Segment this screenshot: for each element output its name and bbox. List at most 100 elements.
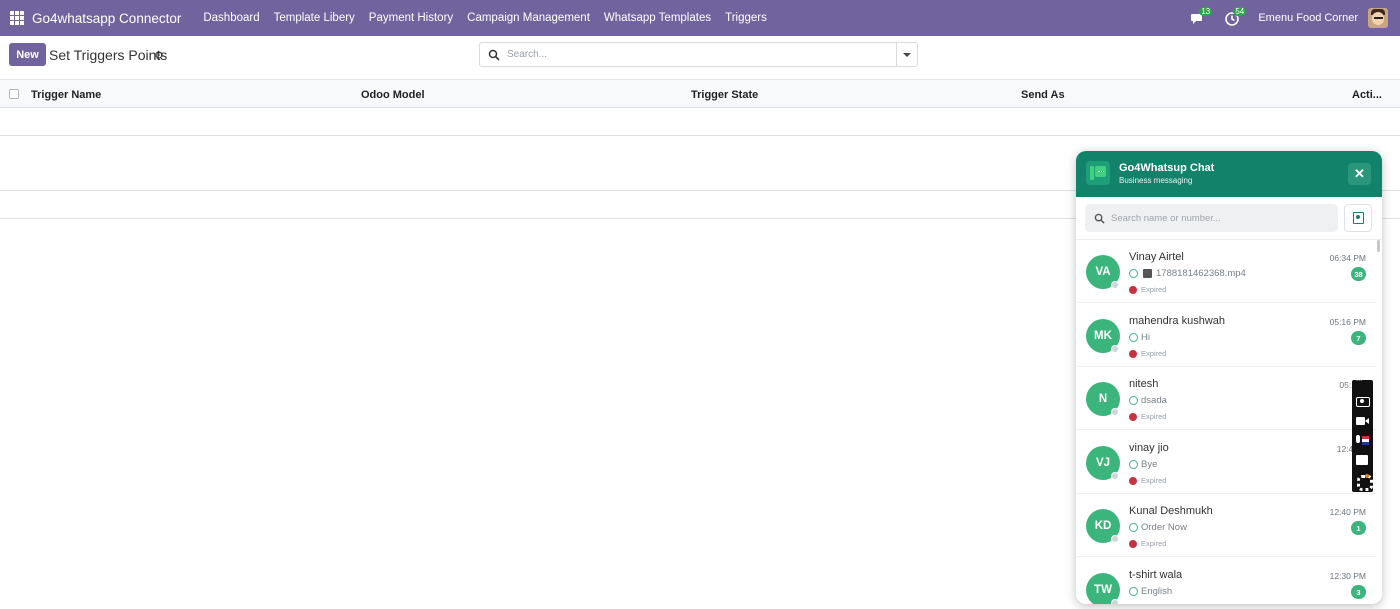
contact-name: Kunal Deshmukh bbox=[1129, 505, 1213, 517]
expired-dot-icon bbox=[1129, 412, 1137, 421]
expired-dot-icon bbox=[1129, 539, 1137, 548]
nav-payment-history[interactable]: Payment History bbox=[369, 12, 453, 24]
unread-badge: 1 bbox=[1351, 521, 1366, 535]
file-icon bbox=[1143, 269, 1152, 278]
message-text: Hi bbox=[1141, 332, 1150, 343]
whatsapp-icon bbox=[1129, 333, 1138, 342]
search-icon bbox=[488, 49, 500, 61]
apps-menu-icon[interactable] bbox=[10, 11, 24, 25]
gear-icon[interactable]: ⚙ bbox=[154, 49, 164, 62]
app-brand[interactable]: Go4whatsapp Connector bbox=[32, 11, 181, 26]
message-text: Bye bbox=[1141, 459, 1158, 470]
last-message: Order Now bbox=[1129, 522, 1187, 533]
settings-icon[interactable] bbox=[1355, 474, 1373, 491]
status-text: Expired bbox=[1141, 412, 1167, 421]
search-bar bbox=[479, 42, 897, 67]
chat-list-item[interactable]: N nitesh 05:11 dsada Expired bbox=[1076, 367, 1376, 430]
last-message: dsada bbox=[1129, 395, 1167, 406]
nav-campaign-management[interactable]: Campaign Management bbox=[467, 12, 590, 24]
activity-systray[interactable]: 54 bbox=[1224, 7, 1247, 27]
session-status: Expired bbox=[1129, 349, 1166, 358]
contact-name: t-shirt wala bbox=[1129, 569, 1183, 581]
window-icon[interactable] bbox=[1355, 454, 1370, 467]
caret-down-icon bbox=[903, 52, 911, 57]
whatsapp-icon bbox=[1129, 587, 1138, 596]
last-message: English bbox=[1129, 586, 1172, 597]
capture-toolbar bbox=[1352, 378, 1373, 492]
expired-dot-icon bbox=[1129, 476, 1137, 485]
status-text: Expired bbox=[1141, 476, 1167, 485]
chat-list-item[interactable]: VJ vinay jio 12:49 Bye Expired bbox=[1076, 431, 1376, 494]
search-icon bbox=[1094, 213, 1105, 224]
column-send-as[interactable]: Send As bbox=[1021, 89, 1065, 101]
contact-name: vinay jio bbox=[1129, 442, 1169, 454]
chat-list-item[interactable]: KD Kunal Deshmukh 12:40 PM Order Now Exp… bbox=[1076, 494, 1376, 557]
chat-subtitle: Business messaging bbox=[1119, 176, 1193, 185]
expired-dot-icon bbox=[1129, 285, 1137, 294]
chat-scrollbar[interactable] bbox=[1377, 240, 1380, 252]
search-options-toggle[interactable] bbox=[896, 42, 918, 67]
column-odoo-model[interactable]: Odoo Model bbox=[361, 89, 425, 101]
more-icon[interactable] bbox=[1355, 378, 1370, 388]
top-navbar: Go4whatsapp Connector Dashboard Template… bbox=[0, 0, 1400, 36]
message-time: 12:40 PM bbox=[1329, 507, 1366, 517]
presence-dot bbox=[1111, 345, 1119, 353]
select-all-checkbox[interactable] bbox=[9, 89, 19, 99]
unread-badge: 38 bbox=[1351, 267, 1366, 281]
page-title: Set Triggers Points bbox=[49, 47, 168, 63]
user-avatar[interactable] bbox=[1368, 8, 1388, 28]
messages-systray[interactable]: 13 bbox=[1190, 7, 1213, 27]
chat-search-input[interactable] bbox=[1111, 212, 1331, 224]
expired-dot-icon bbox=[1129, 349, 1137, 358]
column-trigger-name[interactable]: Trigger Name bbox=[31, 89, 101, 101]
chat-header: Go4Whatsup Chat Business messaging ✕ bbox=[1076, 151, 1382, 197]
contact-name: Vinay Airtel bbox=[1129, 251, 1184, 263]
nav-template-libery[interactable]: Template Libery bbox=[274, 12, 355, 24]
last-message: Bye bbox=[1129, 459, 1157, 470]
video-camera-icon[interactable] bbox=[1355, 414, 1370, 427]
chat-panel: Go4Whatsup Chat Business messaging ✕ VA … bbox=[1076, 151, 1382, 604]
unread-badge: 7 bbox=[1351, 331, 1366, 345]
nav-dashboard[interactable]: Dashboard bbox=[203, 12, 259, 24]
chat-list-item[interactable]: VA Vinay Airtel 06:34 PM 1788181462368.m… bbox=[1076, 240, 1376, 303]
whatsapp-icon bbox=[1129, 523, 1138, 532]
session-status: Expired bbox=[1129, 412, 1166, 421]
messages-badge: 13 bbox=[1199, 7, 1213, 16]
company-switcher[interactable]: Emenu Food Corner bbox=[1258, 12, 1358, 24]
close-icon[interactable]: ✕ bbox=[1348, 163, 1371, 185]
chat-list-item[interactable]: MK mahendra kushwah 05:16 PM Hi Expired … bbox=[1076, 304, 1376, 367]
status-text: Expired bbox=[1141, 539, 1167, 548]
contacts-button[interactable] bbox=[1344, 204, 1372, 232]
session-status: Expired bbox=[1129, 476, 1166, 485]
systray: 13 54 Emenu Food Corner bbox=[1190, 0, 1400, 36]
address-book-icon bbox=[1352, 212, 1364, 224]
activity-badge: 54 bbox=[1233, 7, 1247, 16]
presence-dot bbox=[1111, 535, 1119, 543]
list-header: Trigger Name Odoo Model Trigger State Se… bbox=[0, 79, 1400, 108]
whatsapp-icon bbox=[1129, 460, 1138, 469]
message-text: dsada bbox=[1141, 395, 1167, 406]
message-time: 06:34 PM bbox=[1329, 253, 1366, 263]
nav-whatsapp-templates[interactable]: Whatsapp Templates bbox=[604, 12, 711, 24]
column-actions[interactable]: Acti... bbox=[1352, 89, 1382, 101]
microphone-icon[interactable] bbox=[1355, 434, 1370, 447]
column-trigger-state[interactable]: Trigger State bbox=[691, 89, 758, 101]
status-text: Expired bbox=[1141, 285, 1167, 294]
session-status: Expired bbox=[1129, 285, 1166, 294]
contact-name: nitesh bbox=[1129, 378, 1159, 390]
new-button[interactable]: New bbox=[9, 43, 46, 66]
presence-dot bbox=[1111, 599, 1119, 604]
search-input[interactable] bbox=[507, 49, 877, 60]
status-text: Expired bbox=[1141, 349, 1167, 358]
whatsapp-icon bbox=[1129, 396, 1138, 405]
message-time: 05:16 PM bbox=[1329, 317, 1366, 327]
presence-dot bbox=[1111, 408, 1119, 416]
chat-search-bar bbox=[1085, 204, 1338, 232]
chat-list-item[interactable]: TW t-shirt wala 12:30 PM English 3 bbox=[1076, 558, 1376, 604]
message-text: Order Now bbox=[1141, 522, 1187, 533]
presence-dot bbox=[1111, 281, 1119, 289]
chat-logo-icon bbox=[1086, 161, 1110, 185]
session-status: Expired bbox=[1129, 539, 1166, 548]
nav-triggers[interactable]: Triggers bbox=[725, 12, 767, 24]
camera-icon[interactable] bbox=[1355, 394, 1370, 407]
